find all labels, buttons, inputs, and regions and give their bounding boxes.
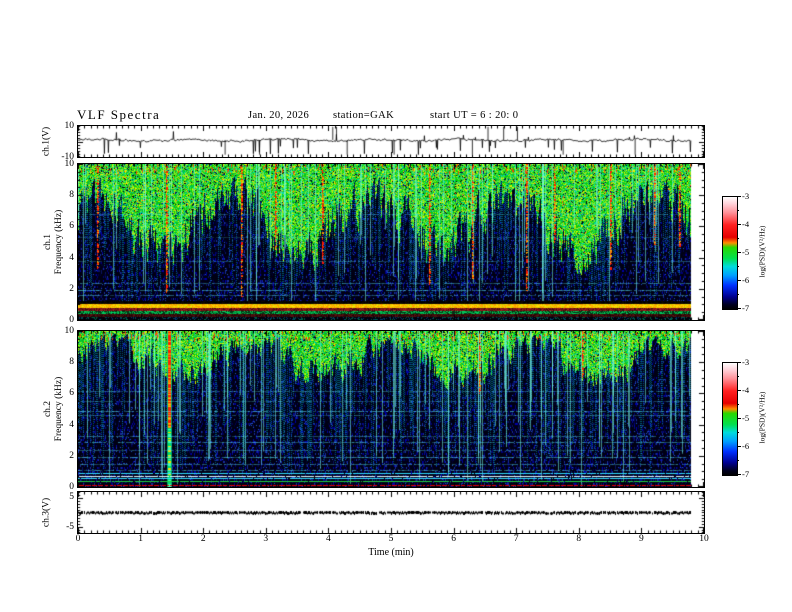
ch2-colorbar-minor-tick [737, 432, 739, 433]
station-label: station=GAK [333, 110, 395, 121]
ch1-spec-ytick: 0 [69, 315, 74, 325]
ch2-colorbar-tick [737, 446, 741, 447]
ch2-colorbar-tick-label: -6 [742, 440, 750, 451]
ch2-colorbar-minor-tick [737, 376, 739, 377]
ch2-spectrogram-panel [77, 330, 705, 488]
ch1-colorbar [722, 196, 738, 310]
ch1-spec-ytick: 6 [69, 221, 74, 232]
ch2-spectrogram-canvas [78, 331, 704, 487]
time-axis-tick: 7 [513, 534, 519, 544]
ch2-colorbar [722, 362, 738, 476]
ch1-waveform-panel [77, 125, 705, 158]
ch1-colorbar-tick [737, 224, 741, 225]
ch1-colorbar-tick-label: -5 [742, 246, 750, 257]
ch2-colorbar-tick-label: -3 [742, 356, 750, 367]
ch2-colorbar-minor-tick [737, 404, 739, 405]
ch1-waveform-canvas [78, 126, 704, 157]
time-axis-tick: 1 [138, 534, 143, 544]
ch1-colorbar-minor-tick [737, 294, 739, 295]
ch1-colorbar-tick-label: -4 [742, 218, 750, 229]
ch2-colorbar-tick [737, 390, 741, 391]
vlf-spectra-figure: VLF Spectra Jan. 20, 2026 station=GAK st… [0, 0, 792, 612]
ch1-spec-ytick: 2 [69, 283, 74, 294]
time-axis-tick: 5 [388, 534, 394, 544]
ch2-colorbar-tick-label: -4 [742, 384, 750, 395]
ch1-colorbar-minor-tick [737, 238, 739, 239]
ch1-colorbar-tick [737, 280, 741, 281]
ch2-spec-ytick: 4 [69, 419, 74, 430]
time-axis-tick: 9 [639, 534, 644, 544]
ch1-colorbar-tick-label: -3 [742, 190, 750, 201]
ch1-colorbar-minor-tick [737, 266, 739, 267]
figure-title: VLF Spectra [77, 107, 161, 122]
ch1-spec-ytick: 8 [69, 190, 74, 201]
ch1-spec-ytick: 10 [64, 159, 75, 169]
ch2-colorbar-label: log(PSD)(V²/Hz) [757, 391, 767, 444]
ch1-spec-ytick: 4 [69, 252, 74, 263]
ch2-colorbar-tick [737, 362, 741, 363]
ch1-colorbar-minor-tick [737, 210, 739, 211]
time-axis-tick: 10 [699, 534, 709, 544]
ch2-colorbar-minor-tick [737, 460, 739, 461]
ch2-spec-ytick: 10 [64, 326, 75, 336]
ch1-colorbar-tick [737, 308, 741, 309]
ch1-colorbar-tick-label: -6 [742, 274, 750, 285]
ch2-spec-ytick: 0 [69, 482, 74, 492]
ch2-colorbar-tick-label: -7 [742, 468, 750, 479]
time-axis-tick: 2 [200, 534, 206, 544]
time-axis-tick: 8 [576, 534, 582, 544]
ch2-spec-ytick: 2 [69, 450, 74, 461]
ch2-colorbar-tick [737, 474, 741, 475]
start-ut-label: start UT = 6 : 20: 0 [430, 110, 519, 121]
ch2-spec-ytick: 8 [69, 357, 74, 368]
time-axis-tick: 6 [451, 534, 456, 544]
ch2-colorbar-tick-label: -5 [742, 412, 750, 423]
ch1-spectrogram-panel [77, 163, 705, 321]
ch1-colorbar-label: log(PSD)(V²/Hz) [757, 225, 767, 278]
ch3-waveform-canvas [78, 492, 704, 533]
time-axis-tick: 4 [326, 534, 331, 544]
ch1-colorbar-tick [737, 252, 741, 253]
time-axis-tick: 3 [263, 534, 269, 544]
figure-date: Jan. 20, 2026 [248, 110, 310, 121]
ch1-colorbar-tick [737, 196, 741, 197]
time-axis-tick: 0 [75, 534, 81, 544]
ch1-colorbar-tick-label: -7 [742, 302, 750, 313]
ch2-colorbar-tick [737, 418, 741, 419]
ch1-spectrogram-canvas [78, 164, 704, 320]
time-axis-label: Time (min) [368, 547, 414, 558]
ch2-spec-ytick: 6 [69, 388, 74, 399]
ch3-waveform-panel [77, 491, 705, 534]
